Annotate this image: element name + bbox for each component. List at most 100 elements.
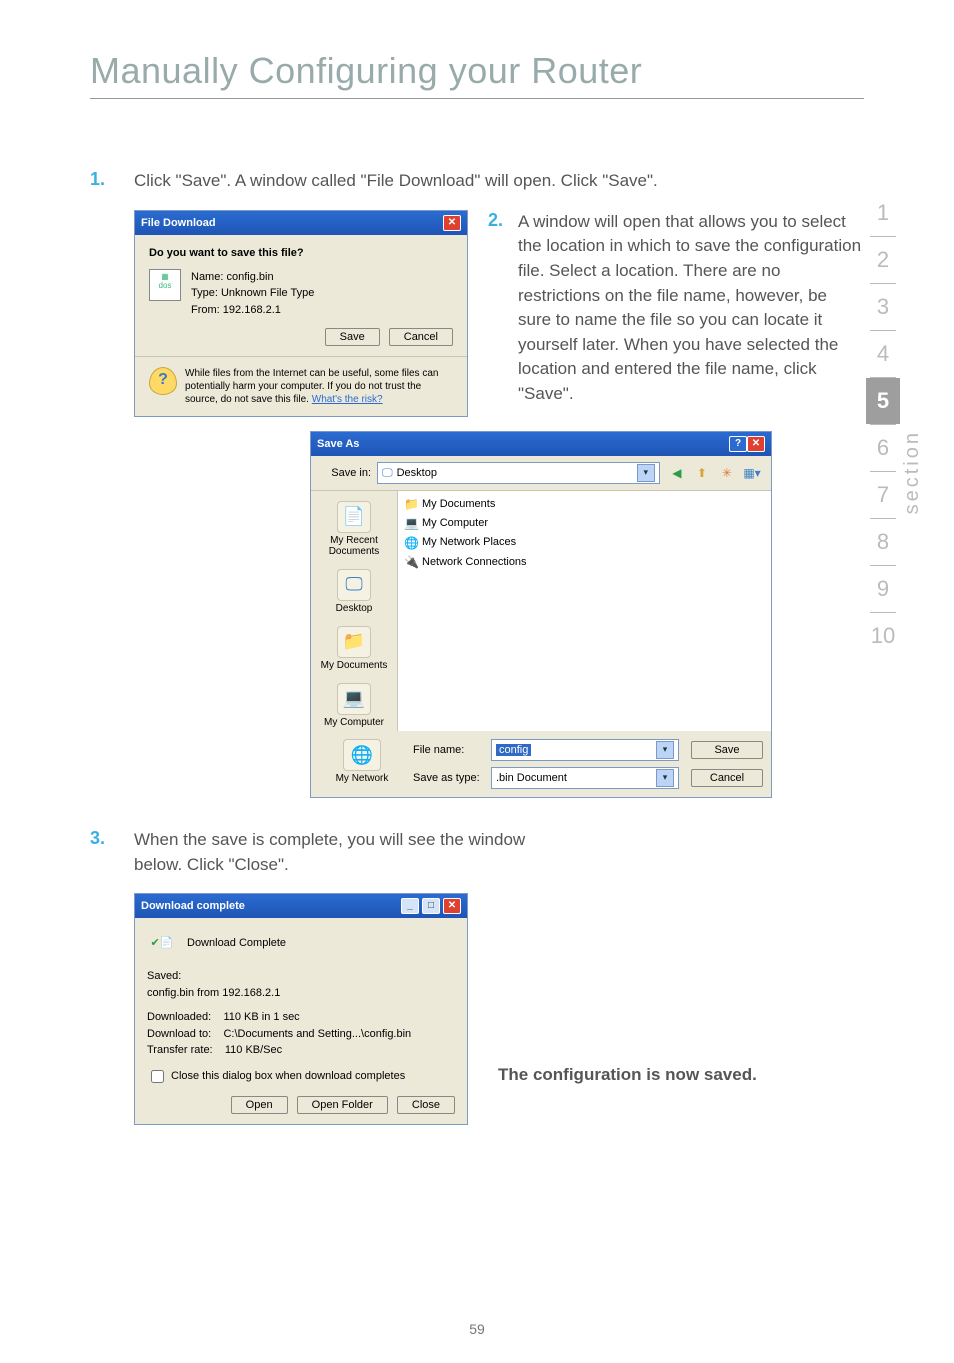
chevron-down-icon[interactable]: ▾ bbox=[656, 769, 674, 787]
step2-number: 2. bbox=[488, 210, 518, 418]
file-download-title: File Download bbox=[141, 217, 216, 229]
dc-downloaded-label: Downloaded: bbox=[147, 1011, 211, 1023]
section-link-8[interactable]: 8 bbox=[866, 519, 900, 565]
places-bar: 📄 My Recent Documents 🖵 Desktop 📁 My Doc… bbox=[311, 491, 398, 731]
shield-icon: ? bbox=[149, 367, 177, 395]
cancel-button[interactable]: Cancel bbox=[691, 769, 763, 787]
section-link-10[interactable]: 10 bbox=[866, 613, 900, 659]
desktop-icon: 🖵 bbox=[382, 467, 393, 480]
dc-downloaded-value: 110 KB in 1 sec bbox=[223, 1011, 299, 1023]
section-link-7[interactable]: 7 bbox=[866, 472, 900, 518]
file-list[interactable]: 📁My Documents 💻My Computer 🌐My Network P… bbox=[398, 491, 771, 731]
close-icon[interactable]: ✕ bbox=[747, 436, 765, 452]
recent-documents-icon: 📄 bbox=[337, 501, 371, 533]
download-complete-icon: ✔︎📄 bbox=[147, 928, 177, 958]
place-mydocs[interactable]: 📁 My Documents bbox=[319, 622, 390, 675]
place-recent[interactable]: 📄 My Recent Documents bbox=[311, 497, 397, 561]
download-complete-titlebar: Download complete _ □ ✕ bbox=[135, 894, 467, 918]
section-link-2[interactable]: 2 bbox=[866, 237, 900, 283]
views-icon[interactable]: ▦▾ bbox=[742, 463, 762, 483]
configuration-saved-note: The configuration is now saved. bbox=[498, 1065, 757, 1085]
section-link-1[interactable]: 1 bbox=[866, 190, 900, 236]
savein-value: Desktop bbox=[397, 467, 437, 479]
close-icon[interactable]: ✕ bbox=[443, 898, 461, 914]
section-link-6[interactable]: 6 bbox=[866, 425, 900, 471]
download-complete-title: Download complete bbox=[141, 900, 245, 912]
list-item: 🌐My Network Places bbox=[404, 534, 765, 553]
file-download-titlebar: File Download ✕ bbox=[135, 211, 467, 235]
section-link-3[interactable]: 3 bbox=[866, 284, 900, 330]
step1-number: 1. bbox=[90, 169, 134, 194]
file-type-icon: ▦dos bbox=[149, 269, 181, 301]
section-nav: 1 2 3 4 5 6 7 8 9 10 bbox=[866, 190, 900, 659]
savetype-dropdown[interactable]: .bin Document ▾ bbox=[491, 767, 679, 789]
close-button[interactable]: Close bbox=[397, 1096, 455, 1114]
new-folder-icon[interactable]: ✳ bbox=[717, 463, 737, 483]
dc-downloadto-value: C:\Documents and Setting...\config.bin bbox=[223, 1028, 411, 1040]
dc-rate-value: 110 KB/Sec bbox=[225, 1044, 282, 1056]
back-icon[interactable]: ◀ bbox=[667, 463, 687, 483]
section-link-4[interactable]: 4 bbox=[866, 331, 900, 377]
step3-number: 3. bbox=[90, 828, 134, 877]
my-computer-icon: 💻 bbox=[404, 514, 418, 533]
cancel-button[interactable]: Cancel bbox=[389, 328, 453, 346]
open-folder-button[interactable]: Open Folder bbox=[297, 1096, 388, 1114]
savein-dropdown[interactable]: 🖵 Desktop ▾ bbox=[377, 462, 660, 484]
title-divider bbox=[90, 98, 864, 99]
dc-rate-label: Transfer rate: bbox=[147, 1044, 213, 1056]
maximize-icon[interactable]: □ bbox=[422, 898, 440, 914]
list-item: 💻My Computer bbox=[404, 514, 765, 533]
savein-label: Save in: bbox=[319, 467, 371, 479]
fd-from-value: 192.168.2.1 bbox=[223, 304, 281, 316]
help-icon[interactable]: ? bbox=[729, 436, 747, 452]
desktop-icon: 🖵 bbox=[337, 569, 371, 601]
fd-type-value: Unknown File Type bbox=[221, 287, 314, 299]
fd-name-label: Name: bbox=[191, 271, 223, 283]
savetype-label: Save as type: bbox=[413, 772, 485, 784]
fd-name-value: config.bin bbox=[226, 271, 273, 283]
close-when-complete-checkbox[interactable] bbox=[151, 1070, 164, 1083]
list-item: 📁My Documents bbox=[404, 495, 765, 514]
download-complete-dialog: Download complete _ □ ✕ ✔︎📄 Download Com… bbox=[134, 893, 468, 1125]
file-download-footer: While files from the Internet can be use… bbox=[185, 367, 453, 406]
whats-the-risk-link[interactable]: What's the risk? bbox=[312, 394, 383, 405]
step3-text: When the save is complete, you will see … bbox=[134, 828, 534, 877]
my-network-icon: 🌐 bbox=[343, 739, 381, 771]
close-when-complete-label: Close this dialog box when download comp… bbox=[171, 1068, 405, 1085]
page-number: 59 bbox=[0, 1321, 954, 1337]
up-icon[interactable]: ⬆ bbox=[692, 463, 712, 483]
download-complete-head: Download Complete bbox=[187, 935, 286, 952]
place-desktop[interactable]: 🖵 Desktop bbox=[334, 565, 375, 618]
filename-value: config bbox=[496, 744, 531, 756]
step2-text: A window will open that allows you to se… bbox=[518, 210, 864, 418]
save-button[interactable]: Save bbox=[691, 741, 763, 759]
filename-input[interactable]: config ▾ bbox=[491, 739, 679, 761]
save-button[interactable]: Save bbox=[325, 328, 380, 346]
dc-saved-value: config.bin from 192.168.2.1 bbox=[147, 985, 455, 1002]
section-word: section bbox=[901, 430, 924, 514]
close-icon[interactable]: ✕ bbox=[443, 215, 461, 231]
dc-downloadto-label: Download to: bbox=[147, 1028, 211, 1040]
filename-label: File name: bbox=[413, 744, 485, 756]
folder-icon: 📁 bbox=[404, 495, 418, 514]
chevron-down-icon[interactable]: ▾ bbox=[656, 741, 674, 759]
chevron-down-icon[interactable]: ▾ bbox=[637, 464, 655, 482]
section-link-5[interactable]: 5 bbox=[866, 378, 900, 424]
section-link-9[interactable]: 9 bbox=[866, 566, 900, 612]
save-as-titlebar: Save As ? ✕ bbox=[311, 432, 771, 456]
network-places-icon: 🌐 bbox=[404, 534, 418, 553]
network-connections-icon: 🔌 bbox=[404, 553, 418, 572]
minimize-icon[interactable]: _ bbox=[401, 898, 419, 914]
open-button[interactable]: Open bbox=[231, 1096, 288, 1114]
place-mynetwork[interactable]: 🌐 My Network bbox=[319, 739, 405, 789]
file-download-dialog: File Download ✕ Do you want to save this… bbox=[134, 210, 468, 418]
step1-text: Click "Save". A window called "File Down… bbox=[134, 169, 864, 194]
savetype-value: .bin Document bbox=[496, 772, 567, 784]
file-download-question: Do you want to save this file? bbox=[149, 247, 453, 259]
my-documents-icon: 📁 bbox=[337, 626, 371, 658]
fd-type-label: Type: bbox=[191, 287, 218, 299]
place-mycomp[interactable]: 💻 My Computer bbox=[322, 679, 386, 732]
list-item: 🔌Network Connections bbox=[404, 553, 765, 572]
page-title: Manually Configuring your Router bbox=[90, 50, 864, 92]
dc-saved-label: Saved: bbox=[147, 968, 455, 985]
